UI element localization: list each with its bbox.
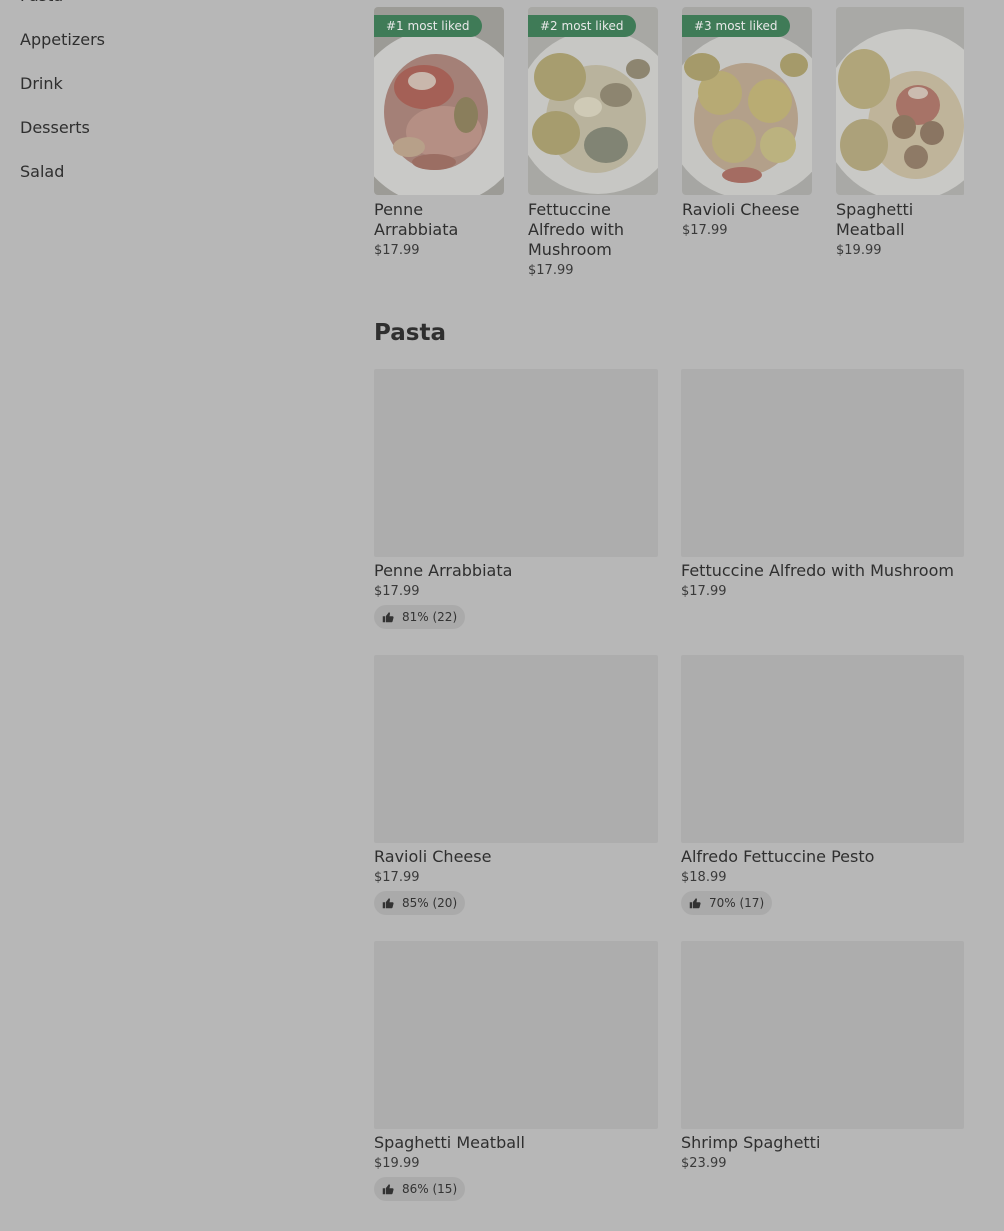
carousel-item-price: $17.99 <box>682 223 728 238</box>
dish-image-placeholder <box>374 655 658 843</box>
rating-badge: 81% (22) <box>374 605 466 629</box>
thumbs-up-icon <box>689 898 701 909</box>
menu-item-price: $19.99 <box>374 1156 420 1171</box>
thumbs-up-icon <box>382 898 394 909</box>
category-sidebar: Pasta Appetizers Drink Desserts Salad <box>20 0 320 204</box>
dish-photo: #3 most liked <box>682 7 812 195</box>
carousel-item-name: Fettuccine Alfredo with Mushroom <box>528 200 625 259</box>
carousel-card[interactable]: #1 most liked Penne Arrabbiata $17.99 <box>374 7 504 278</box>
sidebar-item-appetizers[interactable]: Appetizers <box>20 28 320 52</box>
menu-item-card[interactable]: Spaghetti Meatball $19.99 86% (15) <box>374 941 658 1227</box>
menu-item-name: Shrimp Spaghetti <box>681 1133 821 1152</box>
carousel-item-name: Penne Arrabbiata <box>374 200 459 239</box>
dish-image-placeholder <box>374 941 658 1129</box>
menu-item-card[interactable]: Shrimp Spaghetti $23.99 <box>681 941 964 1227</box>
dish-photo: #1 most liked <box>374 7 504 195</box>
rating-badge: 85% (20) <box>374 891 466 915</box>
rating-text: 70% (17) <box>709 896 765 910</box>
most-liked-badge: #1 most liked <box>374 15 482 37</box>
menu-item-name: Fettuccine Alfredo with Mushroom <box>681 561 954 580</box>
menu-item-price: $17.99 <box>374 870 420 885</box>
spaghetti-photo <box>836 7 964 195</box>
carousel-item-price: $19.99 <box>836 243 882 258</box>
menu-item-name: Penne Arrabbiata <box>374 561 513 580</box>
menu-grid: Penne Arrabbiata $17.99 81% (22) Fettucc… <box>374 369 964 1227</box>
carousel-item-name: Spaghetti Meatball <box>836 200 914 239</box>
menu-item-card[interactable]: Ravioli Cheese $17.99 85% (20) <box>374 655 658 941</box>
rating-text: 81% (22) <box>402 610 458 624</box>
rating-text: 85% (20) <box>402 896 458 910</box>
sidebar-item-desserts[interactable]: Desserts <box>20 116 320 140</box>
menu-item-price: $23.99 <box>681 1156 727 1171</box>
dish-image-placeholder <box>681 369 964 557</box>
most-liked-badge: #2 most liked <box>528 15 636 37</box>
thumbs-up-icon <box>382 1184 394 1195</box>
rating-badge: 70% (17) <box>681 891 773 915</box>
menu-item-card[interactable]: Alfredo Fettuccine Pesto $18.99 70% (17) <box>681 655 964 941</box>
most-liked-carousel: #1 most liked Penne Arrabbiata $17.99 #2… <box>374 7 964 297</box>
thumbs-up-icon <box>382 612 394 623</box>
dish-photo: #2 most liked <box>528 7 658 195</box>
carousel-card[interactable]: #2 most liked Fettuccine Alfredo with Mu… <box>528 7 658 278</box>
dish-image-placeholder <box>374 369 658 557</box>
carousel-card[interactable]: #3 most liked Ravioli Cheese $17.99 <box>682 7 812 278</box>
menu-item-name: Alfredo Fettuccine Pesto <box>681 847 875 866</box>
section-title: Pasta <box>374 320 446 346</box>
menu-item-card[interactable]: Penne Arrabbiata $17.99 81% (22) <box>374 369 658 655</box>
rating-text: 86% (15) <box>402 1182 458 1196</box>
menu-item-price: $18.99 <box>681 870 727 885</box>
carousel-track: #1 most liked Penne Arrabbiata $17.99 #2… <box>374 7 964 278</box>
carousel-item-name: Ravioli Cheese <box>682 200 800 219</box>
sidebar-item-salad[interactable]: Salad <box>20 160 320 184</box>
sidebar-item-drink[interactable]: Drink <box>20 72 320 96</box>
carousel-item-price: $17.99 <box>374 243 420 258</box>
sidebar-item-pasta[interactable]: Pasta <box>20 0 320 8</box>
menu-item-price: $17.99 <box>374 584 420 599</box>
menu-item-price: $17.99 <box>681 584 727 599</box>
carousel-card[interactable]: Spaghetti Meatball $19.99 <box>836 7 964 278</box>
dish-image-placeholder <box>681 655 964 843</box>
dish-image-placeholder <box>681 941 964 1129</box>
dish-photo <box>836 7 964 195</box>
most-liked-badge: #3 most liked <box>682 15 790 37</box>
carousel-item-price: $17.99 <box>528 263 574 278</box>
menu-item-card[interactable]: Fettuccine Alfredo with Mushroom $17.99 <box>681 369 964 655</box>
menu-item-name: Ravioli Cheese <box>374 847 492 866</box>
rating-badge: 86% (15) <box>374 1177 466 1201</box>
menu-item-name: Spaghetti Meatball <box>374 1133 525 1152</box>
